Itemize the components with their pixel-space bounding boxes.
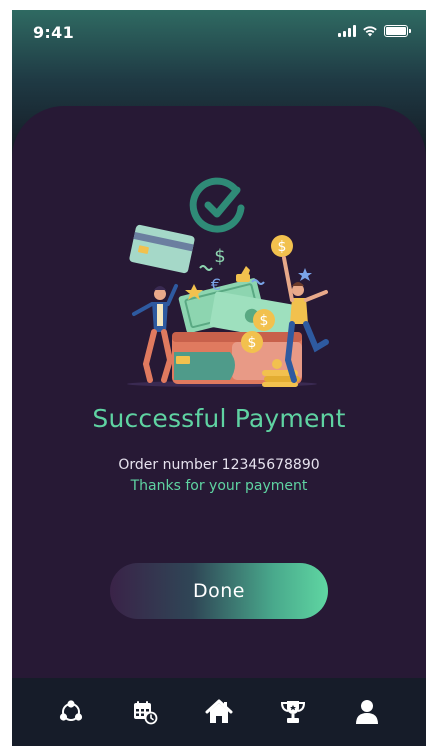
- wifi-icon: [363, 26, 377, 37]
- payment-status-title: Successful Payment: [92, 404, 346, 433]
- nav-community[interactable]: [49, 690, 93, 734]
- status-time: 9:41: [33, 23, 74, 42]
- phone-screen: 9:41 $ $ $ $ € Successful Payment Order …: [12, 10, 426, 746]
- svg-text:$: $: [248, 335, 257, 351]
- community-icon: [59, 700, 83, 721]
- status-bar: 9:41: [12, 10, 426, 54]
- svg-text:$: $: [278, 239, 287, 255]
- nav-home[interactable]: [197, 690, 241, 734]
- calendar-icon: [134, 701, 158, 725]
- battery-icon: [384, 25, 411, 37]
- order-number-text: Order number 12345678890: [118, 457, 320, 473]
- payment-success-card: $ $ $ $ € Successful Payment Order numbe…: [12, 106, 426, 678]
- trophy-icon: [280, 701, 306, 723]
- payment-celebration-illustration: $ $ $ $ €: [127, 224, 329, 387]
- done-button[interactable]: Done: [110, 563, 328, 619]
- svg-text:$: $: [214, 246, 225, 267]
- nav-trophy[interactable]: [271, 690, 315, 734]
- signal-icon: [338, 25, 356, 37]
- profile-icon: [356, 700, 378, 724]
- svg-text:€: €: [211, 275, 221, 294]
- nav-profile[interactable]: [345, 690, 389, 734]
- bottom-navigation: [12, 678, 426, 746]
- svg-text:$: $: [260, 313, 269, 329]
- nav-calendar[interactable]: [123, 690, 167, 734]
- home-icon: [205, 699, 233, 723]
- thanks-message: Thanks for your payment: [130, 478, 308, 494]
- status-icons: [338, 25, 411, 37]
